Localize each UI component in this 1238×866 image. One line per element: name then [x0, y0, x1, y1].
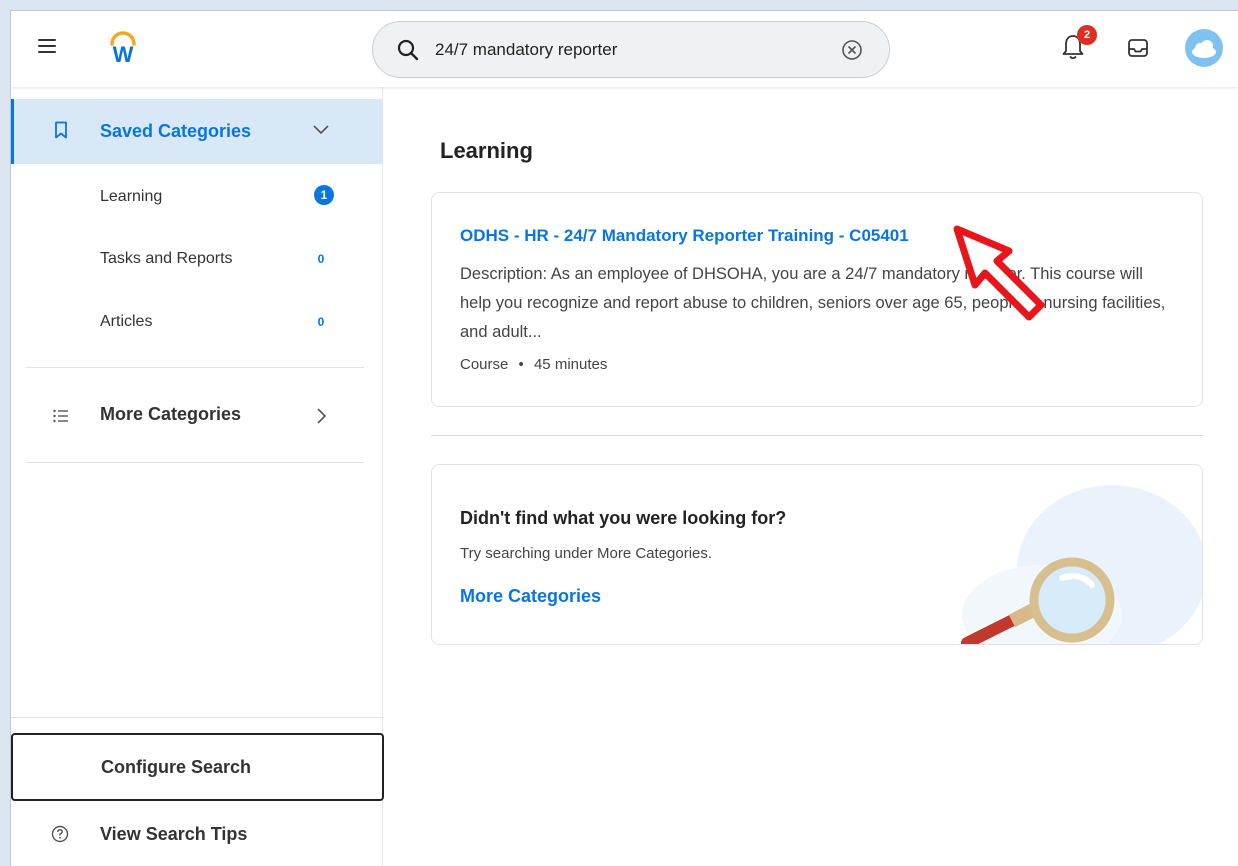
saved-categories-label: Saved Categories — [100, 121, 252, 141]
more-categories-toggle[interactable]: More Categories — [11, 389, 383, 441]
meta-separator: • — [518, 356, 524, 373]
section-title: Learning — [440, 138, 533, 163]
sidebar-item-label: Learning — [100, 188, 163, 205]
help-heading: Didn't find what you were looking for? — [460, 508, 787, 528]
no-results-help-card: Didn't find what you were looking for? T… — [431, 464, 1203, 645]
user-avatar[interactable] — [1185, 29, 1223, 67]
configure-search-label: Configure Search — [101, 757, 252, 777]
search-icon — [397, 39, 419, 61]
red-cursor-arrow-icon — [953, 225, 1045, 321]
notification-badge: 2 — [1077, 25, 1097, 45]
divider — [26, 462, 364, 463]
chevron-right-icon — [317, 408, 327, 424]
sidebar-item-tasks-and-reports[interactable]: Tasks and Reports 0 — [11, 235, 383, 283]
result-count: 0 — [317, 315, 325, 329]
more-categories-link[interactable]: More Categories — [460, 586, 601, 607]
chevron-down-icon — [313, 125, 329, 135]
list-icon — [53, 409, 68, 423]
more-categories-label: More Categories — [100, 404, 242, 424]
logo-letter: W — [112, 42, 134, 67]
saved-categories-toggle[interactable]: Saved Categories — [11, 99, 383, 164]
top-bar: W 24/7 mandatory reporter 2 — [11, 11, 1238, 87]
view-search-tips-label: View Search Tips — [100, 824, 248, 844]
result-count-badge: 1 — [314, 185, 334, 205]
divider — [26, 367, 364, 368]
magnifier-illustration-icon — [961, 485, 1202, 644]
workday-logo[interactable]: W — [108, 28, 138, 68]
sidebar-item-label: Tasks and Reports — [100, 250, 233, 267]
help-subtext: Try searching under More Categories. — [460, 545, 713, 562]
result-duration: 45 minutes — [533, 356, 608, 373]
divider — [431, 435, 1203, 436]
result-description: Description: As an employee of DHSOHA, y… — [460, 265, 1166, 341]
result-count: 0 — [317, 252, 325, 266]
view-search-tips-link[interactable]: View Search Tips — [11, 812, 383, 858]
help-circle-icon — [51, 825, 69, 843]
search-input[interactable]: 24/7 mandatory reporter — [435, 40, 617, 60]
inbox-icon[interactable] — [1127, 37, 1149, 59]
configure-search-button[interactable]: Configure Search — [11, 733, 384, 801]
search-result-card[interactable]: ODHS - HR - 24/7 Mandatory Reporter Trai… — [431, 192, 1203, 407]
app-window: W 24/7 mandatory reporter 2 Saved Catego… — [10, 10, 1238, 866]
menu-icon[interactable] — [38, 39, 56, 53]
category-sidebar: Saved Categories Learning 1 Tasks and Re… — [11, 87, 384, 866]
cloud-avatar-icon — [1192, 40, 1216, 58]
clear-search-icon[interactable] — [841, 39, 863, 61]
sidebar-item-articles[interactable]: Articles 0 — [11, 298, 383, 346]
result-title-link[interactable]: ODHS - HR - 24/7 Mandatory Reporter Trai… — [460, 226, 909, 246]
result-meta: Course • 45 minutes — [460, 356, 607, 373]
result-type: Course — [460, 356, 509, 373]
sidebar-item-label: Articles — [100, 313, 153, 330]
divider — [11, 717, 383, 718]
bookmark-icon — [55, 121, 67, 139]
sidebar-item-learning[interactable]: Learning 1 — [11, 173, 383, 221]
search-bar[interactable]: 24/7 mandatory reporter — [372, 21, 890, 78]
